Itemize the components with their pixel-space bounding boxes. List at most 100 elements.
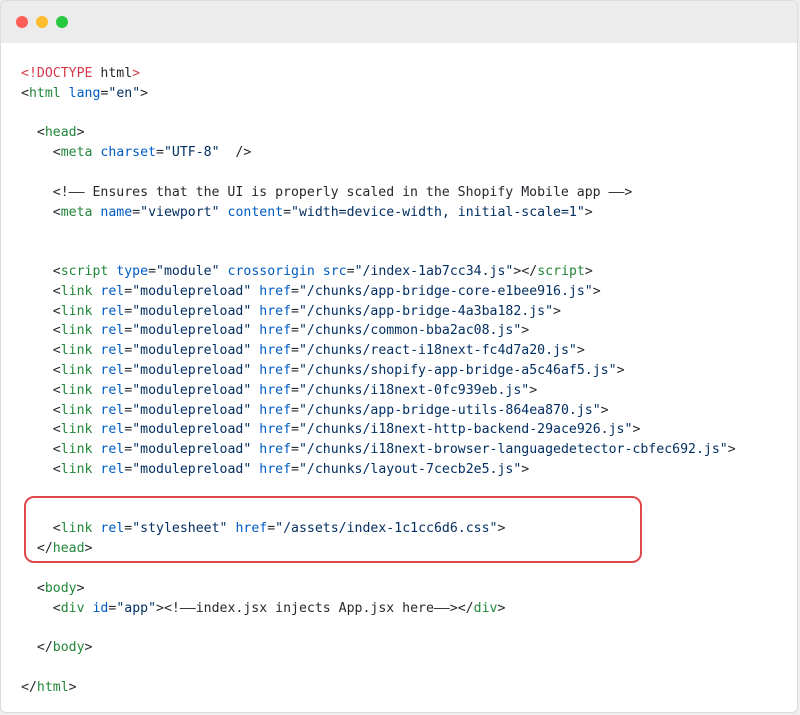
code-token: href xyxy=(235,521,268,537)
code-token: "modulepreload" xyxy=(132,343,252,359)
code-token: lang xyxy=(68,85,101,101)
code-line: <head> xyxy=(21,123,791,143)
code-token: = xyxy=(291,283,299,299)
code-token: "modulepreload" xyxy=(132,402,252,418)
code-line: <meta charset="UTF-8" /> xyxy=(21,143,791,163)
code-token: crossorigin xyxy=(227,263,315,279)
code-token: link xyxy=(60,461,93,477)
code-line: </head> xyxy=(21,539,791,559)
code-token: = xyxy=(291,422,299,438)
code-line: <!DOCTYPE html> xyxy=(21,64,791,84)
code-token: href xyxy=(259,382,292,398)
code-token: = xyxy=(124,362,133,378)
code-token: > xyxy=(497,521,506,537)
code-token: > xyxy=(76,125,85,141)
code-line: </body> xyxy=(21,638,791,658)
code-token: < xyxy=(21,580,45,596)
code-token: > xyxy=(68,679,77,695)
code-line: <body> xyxy=(21,579,791,599)
code-line: <link rel="stylesheet" href="/assets/ind… xyxy=(21,519,791,539)
code-token: "modulepreload" xyxy=(132,323,252,339)
code-token: "app" xyxy=(116,600,157,616)
code-token: > xyxy=(529,382,538,398)
code-token: = xyxy=(291,442,299,458)
code-token: < xyxy=(21,362,61,378)
title-bar xyxy=(1,1,797,43)
code-token: < xyxy=(21,85,29,101)
code-token: "/chunks/app-bridge-4a3ba182.js" xyxy=(298,303,554,319)
code-token: </ xyxy=(21,541,53,557)
code-token: > xyxy=(576,343,585,359)
code-token: = xyxy=(124,343,133,359)
code-token: > xyxy=(600,402,609,418)
code-token: "/chunks/common-bba2ac08.js" xyxy=(298,323,522,339)
code-token: < xyxy=(21,402,61,418)
code-token: = xyxy=(124,521,133,537)
code-token: = xyxy=(148,263,157,279)
code-token: href xyxy=(259,362,292,378)
code-line: <link rel="modulepreload" href="/chunks/… xyxy=(21,341,791,361)
code-token: href xyxy=(259,323,292,339)
code-token: /> xyxy=(219,145,252,161)
code-token: "viewport" xyxy=(140,204,220,220)
code-token: html xyxy=(92,66,133,81)
code-token: "en" xyxy=(108,85,141,101)
code-token: < xyxy=(21,343,61,359)
code-token: link xyxy=(60,343,93,359)
code-token: = xyxy=(124,303,133,319)
code-token: = xyxy=(291,323,299,339)
code-token: = xyxy=(291,402,299,418)
code-token: name xyxy=(100,204,133,220)
close-button[interactable] xyxy=(16,16,28,28)
code-token: rel xyxy=(100,402,125,418)
code-line: <link rel="modulepreload" href="/chunks/… xyxy=(21,381,791,401)
code-token: < xyxy=(21,521,61,537)
code-token: < xyxy=(21,323,61,339)
code-token: "/chunks/i18next-0fc939eb.js" xyxy=(298,382,530,398)
code-token: < xyxy=(21,283,61,299)
code-token: link xyxy=(60,382,93,398)
code-token: = xyxy=(291,362,299,378)
code-token: href xyxy=(259,422,292,438)
code-token: href xyxy=(259,461,292,477)
code-token: src xyxy=(322,263,347,279)
code-line: <link rel="modulepreload" href="/chunks/… xyxy=(21,302,791,322)
code-token: > xyxy=(584,263,593,279)
code-token: > xyxy=(521,461,530,477)
code-token: "modulepreload" xyxy=(132,442,252,458)
code-token: rel xyxy=(100,422,125,438)
code-token: = xyxy=(124,402,133,418)
code-token: link xyxy=(60,283,93,299)
code-token: < xyxy=(21,461,61,477)
code-token: body xyxy=(44,580,77,596)
code-line: <script type="module" crossorigin src="/… xyxy=(21,262,791,282)
code-token: = xyxy=(124,442,133,458)
code-token: content xyxy=(227,204,284,220)
code-window: <!DOCTYPE html> <html lang="en"> <head> <… xyxy=(0,0,798,713)
code-line: <link rel="modulepreload" href="/chunks/… xyxy=(21,282,791,302)
code-token: link xyxy=(60,442,93,458)
code-token: body xyxy=(52,640,85,656)
code-token: = xyxy=(124,382,133,398)
maximize-button[interactable] xyxy=(56,16,68,28)
code-token: "module" xyxy=(156,263,220,279)
code-token: "/chunks/app-bridge-utils-864ea870.js" xyxy=(298,402,601,418)
code-token: < xyxy=(21,263,61,279)
code-line: <link rel="modulepreload" href="/chunks/… xyxy=(21,420,791,440)
code-token: > xyxy=(727,442,736,458)
code-block: <!DOCTYPE html> <html lang="en"> <head> <… xyxy=(21,64,791,698)
code-token: script xyxy=(60,263,109,279)
minimize-button[interactable] xyxy=(36,16,48,28)
code-token: script xyxy=(537,263,585,279)
code-token: > xyxy=(132,66,141,81)
code-token: "/chunks/app-bridge-core-e1bee916.js" xyxy=(298,283,593,299)
code-token: "/assets/index-1c1cc6d6.css" xyxy=(275,521,498,537)
